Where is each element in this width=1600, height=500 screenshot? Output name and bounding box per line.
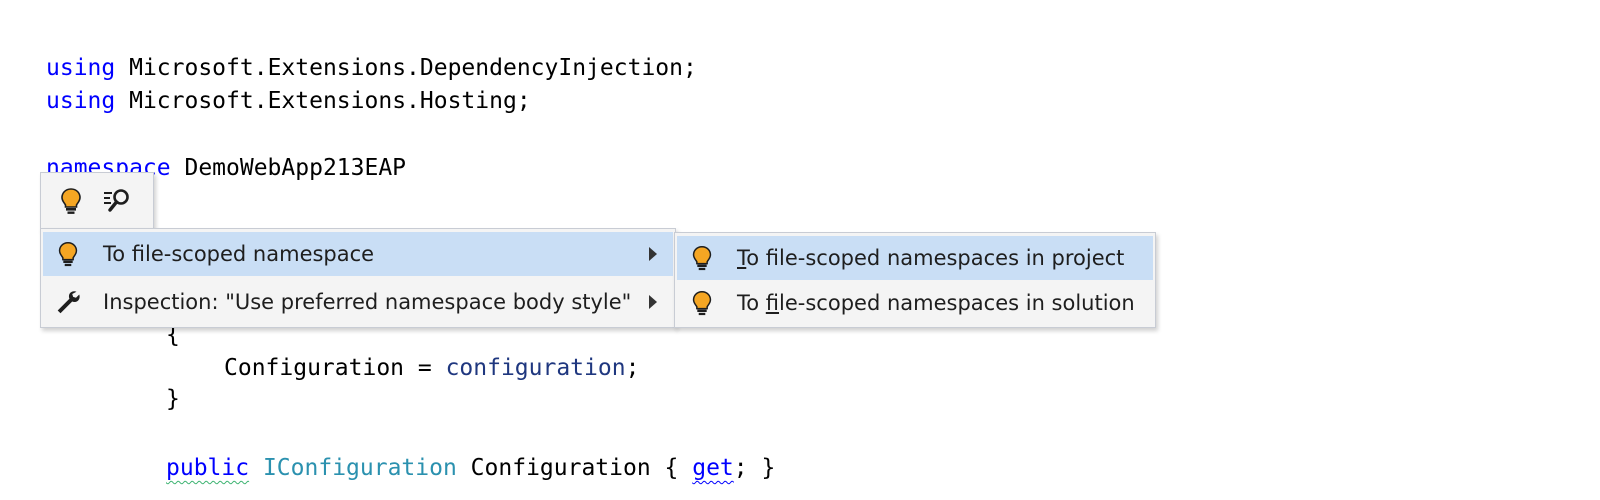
lightbulb-icon	[53, 239, 83, 269]
keyword: using	[46, 55, 116, 81]
label-rest: ile-scoped namespaces in solution	[779, 291, 1135, 315]
lightbulb-icon	[687, 288, 717, 318]
menu-item-inspection[interactable]: Inspection: "Use preferred namespace bod…	[43, 280, 673, 324]
code-text: ;	[625, 355, 640, 381]
menu-item-file-scoped-namespace[interactable]: To file-scoped namespace	[43, 232, 673, 276]
code-line-close-brace[interactable]: }	[166, 384, 180, 414]
property-name: Configuration	[224, 355, 405, 381]
code-line-2[interactable]: using Microsoft.Extensions.Hosting;	[46, 86, 531, 116]
submenu-item-label: To file-scoped namespaces in project	[737, 246, 1124, 270]
keyword: public	[166, 455, 250, 481]
quick-fix-submenu: To file-scoped namespaces in project To …	[674, 232, 1156, 328]
code-line-assignment[interactable]: Configuration = configuration;	[224, 353, 639, 383]
submenu-item-in-project[interactable]: To file-scoped namespaces in project	[677, 236, 1153, 280]
wrench-icon	[53, 287, 83, 317]
find-usages-icon[interactable]	[101, 185, 133, 217]
code-text: }	[166, 386, 180, 412]
lightbulb-icon	[687, 243, 717, 273]
submenu-item-label: To file-scoped namespaces in solution	[737, 291, 1135, 315]
code-line-1[interactable]: using Microsoft.Extensions.DependencyInj…	[46, 53, 697, 83]
submenu-item-in-solution[interactable]: To file-scoped namespaces in solution	[677, 281, 1153, 325]
action-icon-strip	[40, 172, 154, 230]
parameter-name: configuration	[445, 355, 626, 381]
type-name: IConfiguration	[262, 455, 457, 481]
label-before: To	[737, 291, 766, 315]
submenu-arrow-icon	[649, 247, 657, 261]
keyword: using	[46, 88, 116, 114]
menu-item-label: Inspection: "Use preferred namespace bod…	[103, 290, 632, 314]
code-text: DemoWebApp213EAP	[170, 155, 407, 181]
operator: =	[404, 355, 446, 381]
code-text: Configuration {	[456, 455, 693, 481]
menu-item-label: To file-scoped namespace	[103, 242, 375, 266]
label-rest: o file-scoped namespaces in project	[746, 246, 1125, 270]
code-text: Microsoft.Extensions.DependencyInjection…	[115, 55, 697, 81]
mnemonic: f	[765, 291, 780, 315]
mnemonic: T	[737, 246, 747, 270]
lightbulb-icon[interactable]	[55, 185, 87, 217]
quick-fix-menu: To file-scoped namespace Inspection: "Us…	[40, 228, 676, 328]
submenu-arrow-icon	[649, 295, 657, 309]
code-line-property[interactable]: public IConfiguration Configuration { ge…	[166, 453, 775, 483]
accessor-keyword: get	[692, 455, 734, 481]
code-text: ; }	[733, 455, 776, 481]
code-text: Microsoft.Extensions.Hosting;	[115, 88, 531, 114]
